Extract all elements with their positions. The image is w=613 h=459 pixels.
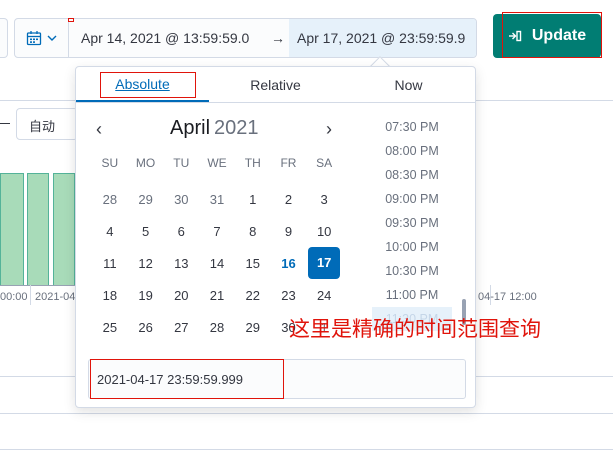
time-option[interactable]: 10:00 PM: [372, 235, 452, 259]
quick-select-button[interactable]: [15, 19, 69, 57]
calendar-week: 4 5 6 7 8 9 10: [92, 215, 342, 247]
x-axis-line: [0, 285, 75, 286]
start-date-button[interactable]: Apr 14, 2021 @ 13:59:59.0: [69, 30, 267, 46]
calendar-day[interactable]: 20: [163, 288, 199, 303]
end-date-button[interactable]: Apr 17, 2021 @ 23:59:59.9: [289, 19, 476, 57]
calendar-day[interactable]: 14: [199, 256, 235, 271]
calendar-day[interactable]: 28: [92, 192, 128, 207]
date-range-picker: Apr 14, 2021 @ 13:59:59.0 → Apr 17, 2021…: [14, 18, 477, 58]
selected-day-label: 17: [308, 247, 341, 279]
calendar-day[interactable]: 19: [128, 288, 164, 303]
calendar-week: 18 19 20 21 22 23 24: [92, 279, 342, 311]
calendar-day[interactable]: 1: [235, 192, 271, 207]
calendar-day[interactable]: 22: [235, 288, 271, 303]
calendar-day[interactable]: 11: [92, 256, 128, 271]
divider: [0, 413, 613, 414]
tab-relative[interactable]: Relative: [209, 67, 342, 102]
calendar-week: 28 29 30 31 1 2 3: [92, 183, 342, 215]
previous-month-icon[interactable]: ‹: [96, 119, 102, 140]
time-option[interactable]: 10:30 PM: [372, 259, 452, 283]
calendar-day[interactable]: 30: [163, 192, 199, 207]
time-option[interactable]: 08:30 PM: [372, 163, 452, 187]
absolute-tab-highlight-box: [100, 72, 196, 98]
weekday-label: SU: [101, 156, 119, 170]
weekday-label: FR: [280, 156, 297, 170]
histogram-bar[interactable]: [27, 173, 49, 285]
calendar-day[interactable]: 6: [163, 224, 199, 239]
calendar-icon: [26, 31, 41, 46]
calendar-day[interactable]: 4: [92, 224, 128, 239]
calendar-day[interactable]: 26: [128, 320, 164, 335]
x-axis-label: 00:00: [0, 291, 28, 303]
calendar-day[interactable]: 9: [271, 224, 307, 239]
highlight-marker: [68, 18, 74, 22]
x-axis-label: 04-17 12:00: [478, 291, 537, 303]
calendar-header: ‹ April 2021 ›: [76, 117, 356, 143]
calendar-day-selected[interactable]: 17: [306, 247, 342, 279]
calendar-day[interactable]: 2: [271, 192, 307, 207]
calendar-day[interactable]: 3: [306, 192, 342, 207]
axis-tick: [30, 285, 31, 305]
calendar-day[interactable]: 5: [128, 224, 164, 239]
range-arrow: →: [271, 30, 285, 46]
calendar-day[interactable]: 10: [306, 224, 342, 239]
weekday-row: SU MO TU WE TH FR SA: [92, 151, 342, 183]
time-option[interactable]: 09:30 PM: [372, 211, 452, 235]
calendar-day[interactable]: 23: [271, 288, 307, 303]
calendar-day[interactable]: 24: [306, 288, 342, 303]
weekday-label: SA: [316, 156, 333, 170]
divider: [0, 449, 613, 450]
calendar-day[interactable]: 8: [235, 224, 271, 239]
calendar-day[interactable]: 25: [92, 320, 128, 335]
tab-now[interactable]: Now: [342, 67, 475, 102]
time-option[interactable]: 08:00 PM: [372, 139, 452, 163]
date-picker-popover: Absolute Relative Now ‹ April 2021 › SU M…: [75, 66, 476, 408]
histogram-bar[interactable]: [0, 173, 24, 285]
weekday-label: MO: [135, 156, 156, 170]
calendar-day[interactable]: 15: [235, 256, 271, 271]
time-option[interactable]: 09:00 PM: [372, 187, 452, 211]
calendar-day[interactable]: 12: [128, 256, 164, 271]
time-list[interactable]: 07:30 PM 08:00 PM 08:30 PM 09:00 PM 09:3…: [372, 115, 452, 341]
histogram-bar[interactable]: [53, 173, 75, 285]
weekday-label: WE: [207, 156, 227, 170]
calendar-week: 11 12 13 14 15 16 17: [92, 247, 342, 279]
calendar-day[interactable]: 18: [92, 288, 128, 303]
time-option[interactable]: 07:30 PM: [372, 115, 452, 139]
month-title: April 2021: [170, 117, 259, 140]
next-month-icon[interactable]: ›: [326, 119, 332, 140]
calendar-day[interactable]: 21: [199, 288, 235, 303]
calendar-day[interactable]: 29: [128, 192, 164, 207]
time-option[interactable]: 11:00 PM: [372, 283, 452, 307]
interval-select[interactable]: 自动: [16, 108, 78, 140]
weekday-label: TH: [244, 156, 261, 170]
calendar-day[interactable]: 13: [163, 256, 199, 271]
weekday-label: TU: [173, 156, 190, 170]
update-highlight-box: [502, 12, 602, 58]
calendar-day-today[interactable]: 16: [271, 256, 307, 271]
year-name[interactable]: 2021: [214, 117, 259, 139]
calendar-day[interactable]: 28: [199, 320, 235, 335]
chevron-down-icon: [47, 35, 56, 41]
calendar-day[interactable]: 29: [235, 320, 271, 335]
date-input-highlight-box: [90, 359, 284, 399]
calendar-day[interactable]: 31: [199, 192, 235, 207]
dash: [0, 123, 10, 124]
x-axis-label: 2021-04: [35, 291, 76, 303]
month-name[interactable]: April: [170, 117, 210, 139]
previous-control-edge[interactable]: [0, 18, 8, 58]
annotation-text: 这里是精确的时间范围查询: [289, 317, 541, 341]
calendar-day[interactable]: 27: [163, 320, 199, 335]
calendar-day[interactable]: 7: [199, 224, 235, 239]
